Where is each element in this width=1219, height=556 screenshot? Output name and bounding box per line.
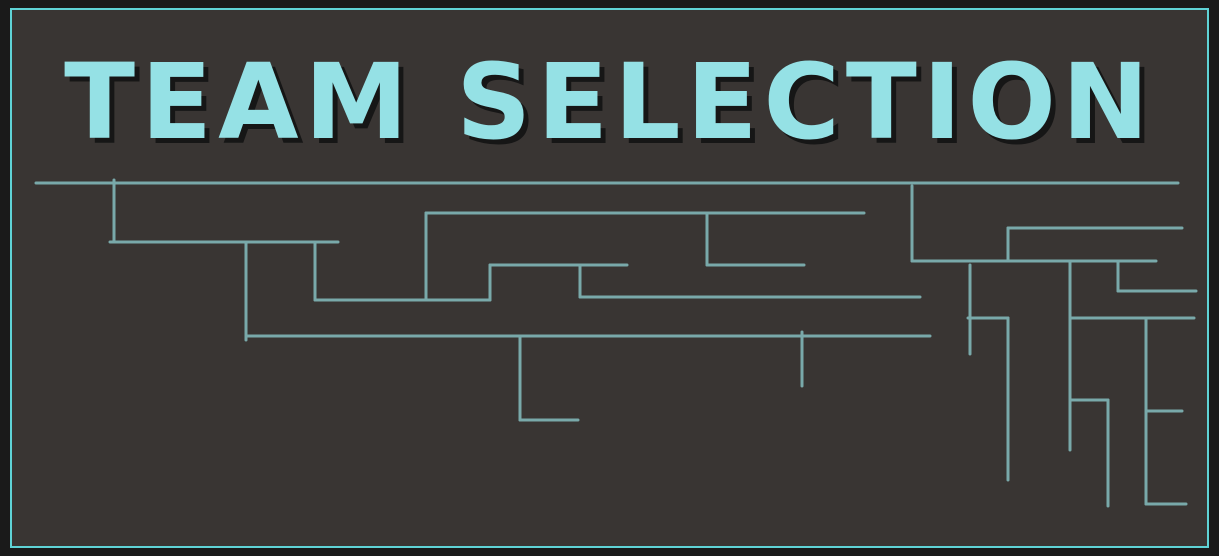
circuit-decoration xyxy=(34,178,1198,508)
team-selection-panel: TEAM SELECTION xyxy=(10,8,1209,548)
